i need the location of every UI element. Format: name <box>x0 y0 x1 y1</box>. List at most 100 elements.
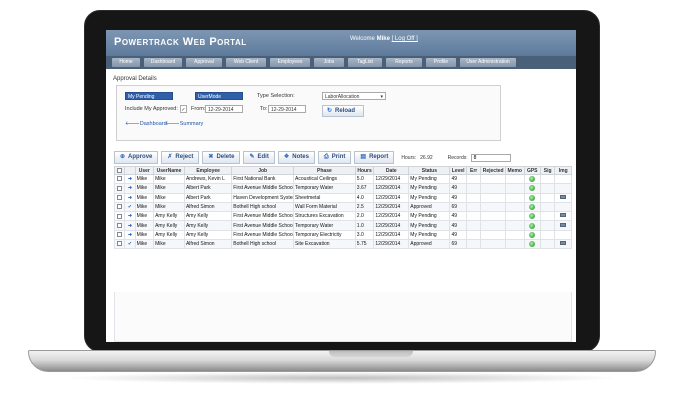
gps-check-icon[interactable]: ✓ <box>529 185 536 192</box>
col-rejected[interactable]: Rejected <box>480 166 506 175</box>
row-checkbox[interactable] <box>117 204 123 210</box>
cell-gps[interactable]: ✓ <box>523 229 541 241</box>
mode-select-pending[interactable]: My Pending <box>125 92 173 100</box>
gps-check-icon[interactable]: ✓ <box>529 213 536 220</box>
edit-button[interactable]: ✎ Edit <box>243 151 275 164</box>
summary-link[interactable]: 🡐Summary <box>165 121 203 127</box>
col-gps[interactable]: GPS <box>523 166 541 175</box>
arrow-right-icon[interactable]: ➜ <box>128 213 132 219</box>
nav-taglist[interactable]: TagList <box>348 58 382 67</box>
gps-check-icon[interactable]: ✓ <box>529 231 536 238</box>
nav-employees[interactable]: Employees <box>270 58 310 67</box>
col-err[interactable]: Err <box>465 166 482 175</box>
nav-home[interactable]: Home <box>112 58 140 67</box>
approve-button[interactable]: ⊕ Approve <box>114 151 159 164</box>
row-select-cell[interactable] <box>113 239 126 250</box>
dashboard-link[interactable]: 🡐Dashboard <box>125 121 167 127</box>
cell-gps[interactable]: ✓ <box>523 220 541 231</box>
row-checkbox[interactable] <box>117 232 123 238</box>
row-checkbox[interactable] <box>117 222 123 228</box>
row-checkbox[interactable] <box>117 176 123 182</box>
include-approved-checkbox[interactable]: ✓ <box>180 105 187 113</box>
col-date[interactable]: Date <box>373 166 410 175</box>
row-status-icon-cell[interactable]: ✔ <box>124 201 136 213</box>
checkmark-icon[interactable]: ✔ <box>128 241 132 247</box>
select-all-checkbox[interactable] <box>117 167 123 173</box>
cell-gps[interactable]: ✓ <box>523 239 541 250</box>
delete-button[interactable]: ✖ Delete <box>202 151 241 164</box>
cell-img[interactable] <box>554 220 572 231</box>
cell-gps[interactable]: ✓ <box>523 192 541 203</box>
gps-check-icon[interactable]: ✓ <box>529 204 536 211</box>
row-select-cell[interactable] <box>113 211 126 222</box>
image-icon[interactable] <box>560 222 567 227</box>
col-phase[interactable]: Phase <box>293 166 356 175</box>
row-checkbox[interactable] <box>117 213 123 219</box>
cell-gps[interactable]: ✓ <box>523 183 541 194</box>
checkmark-icon[interactable]: ✔ <box>128 204 132 210</box>
image-icon[interactable] <box>560 194 567 199</box>
table-row[interactable]: ➜ Mike Mike Albert Park First Avenue Middle … <box>113 183 572 194</box>
gps-check-icon[interactable]: ✓ <box>529 194 536 201</box>
cell-gps[interactable]: ✓ <box>523 173 541 185</box>
gps-check-icon[interactable]: ✓ <box>529 222 536 229</box>
table-row[interactable]: ➜ Mike Mike Andrews, Kevin L First National … <box>113 173 572 185</box>
table-row[interactable]: ➜ Mike Amy Kelly Amy Kelly First Avenue Midd… <box>113 229 572 241</box>
nav-reports[interactable]: Reports <box>386 58 422 67</box>
cell-gps[interactable]: ✓ <box>523 211 541 222</box>
col-img[interactable]: Img <box>554 166 572 175</box>
report-button[interactable]: ▤ Report <box>354 151 395 164</box>
nav-user-administration[interactable]: User Administration <box>460 58 516 67</box>
nav-web-client[interactable]: Web Client <box>226 58 266 67</box>
col-hours[interactable]: Hours <box>354 166 375 175</box>
table-row[interactable]: ➜ Mike Amy Kelly Amy Kelly First Avenue Midd… <box>113 220 572 231</box>
row-select-cell[interactable] <box>113 220 126 231</box>
gps-check-icon[interactable]: ✓ <box>529 241 536 248</box>
logoff-link[interactable]: [ Log Off ] <box>392 36 418 42</box>
row-status-icon-cell[interactable]: ➜ <box>124 192 136 203</box>
image-icon[interactable] <box>560 241 567 246</box>
cell-img[interactable] <box>554 211 572 222</box>
row-select-cell[interactable] <box>113 201 126 213</box>
cell-img[interactable] <box>554 192 572 203</box>
row-status-icon-cell[interactable]: ➜ <box>124 211 136 222</box>
row-select-cell[interactable] <box>113 173 126 185</box>
gps-check-icon[interactable]: ✓ <box>529 176 536 183</box>
arrow-right-icon[interactable]: ➜ <box>128 195 132 201</box>
select-all-header[interactable] <box>113 166 126 175</box>
arrow-right-icon[interactable]: ➜ <box>128 185 132 191</box>
mode-select-user[interactable]: UserMode <box>195 92 243 100</box>
row-select-cell[interactable] <box>113 183 126 194</box>
nav-profile[interactable]: Profile <box>426 58 456 67</box>
nav-dashboard[interactable]: Dashboard <box>144 58 182 67</box>
table-row[interactable]: ➜ Mike Amy Kelly Amy Kelly First Avenue Midd… <box>113 211 572 222</box>
arrow-right-icon[interactable]: ➜ <box>128 176 132 182</box>
col-job[interactable]: Job <box>231 166 295 175</box>
col-employee[interactable]: Employee <box>183 166 233 175</box>
type-selection-select[interactable]: LaborAllocation ▾ <box>322 92 386 100</box>
table-row[interactable]: ✔ Mike Mike Alfred Simon Bothell High school… <box>113 201 572 213</box>
to-date-field[interactable]: 12-29-2014 <box>268 105 306 113</box>
col-level[interactable]: Level <box>449 166 467 175</box>
arrow-right-icon[interactable]: ➜ <box>128 223 132 229</box>
reject-button[interactable]: ✗ Reject <box>161 151 200 164</box>
col-sig[interactable]: Sig <box>539 166 556 175</box>
row-checkbox[interactable] <box>117 241 123 247</box>
row-select-cell[interactable] <box>113 229 126 241</box>
col-status[interactable]: Status <box>408 166 451 175</box>
cell-img[interactable] <box>554 239 572 250</box>
cell-gps[interactable]: ✓ <box>523 201 541 213</box>
row-checkbox[interactable] <box>117 185 123 191</box>
nav-approval[interactable]: Approval <box>186 58 222 67</box>
nav-jobs[interactable]: Jobs <box>314 58 344 67</box>
row-status-icon-cell[interactable]: ➜ <box>124 173 136 185</box>
notes-button[interactable]: ❖ Notes <box>277 151 315 164</box>
reload-button[interactable]: ↻ Reload <box>322 105 364 117</box>
row-status-icon-cell[interactable]: ➜ <box>124 220 136 231</box>
row-status-icon-cell[interactable]: ✔ <box>124 239 136 250</box>
col-username[interactable]: UserName <box>153 166 185 175</box>
row-status-icon-cell[interactable]: ➜ <box>124 183 136 194</box>
col-user[interactable]: User <box>134 166 155 175</box>
table-row[interactable]: ➜ Mike Mike Albert Park Haven Development Sy… <box>113 192 572 203</box>
arrow-right-icon[interactable]: ➜ <box>128 232 132 238</box>
